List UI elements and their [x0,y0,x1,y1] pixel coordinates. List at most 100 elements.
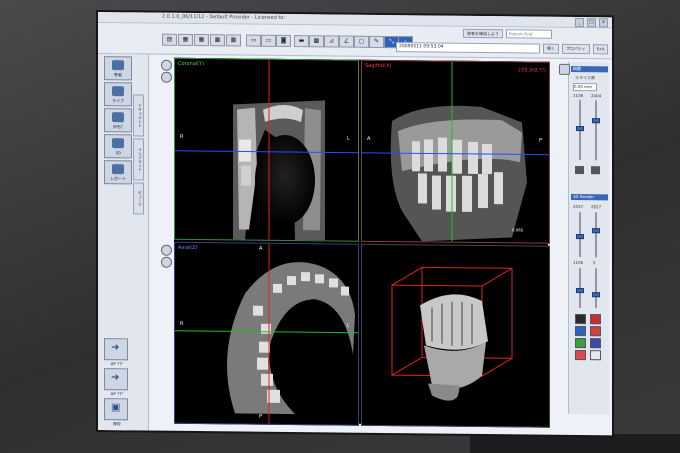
render-mode-bone-icon[interactable] [575,313,586,325]
pane-top-toggle-icon[interactable] [161,71,172,83]
tool-grid-icon[interactable]: ▩ [309,35,324,48]
sidebar-item-label: 3D [115,150,121,156]
coronal-orientation-left: R [180,133,184,140]
render-slider-1-knob[interactable] [576,234,584,240]
panel-toggle-icon[interactable] [559,63,570,75]
right-panel: 調整 スライス厚 0.00 mm 1106 2404 3D Render 203… [559,61,609,415]
tab-documents[interactable]: ドキュメント [133,94,144,137]
sidebar-item-spec[interactable]: SPEC [104,108,132,133]
sagittal-orientation-right: P [539,137,543,144]
sidebar-item-patient[interactable]: 患者 [104,56,132,81]
patient-check-button[interactable]: 患者を確認しよう [463,28,503,39]
render-value-3: 1106 [573,259,584,266]
render-value-2: 2827 [591,204,602,210]
sagittal-label: Sagittal(X) [365,62,392,70]
sagittal-readout: 233.3(0.??) [517,67,546,74]
minimize-button[interactable]: _ [575,17,584,28]
report-icon [112,164,124,175]
window-title: 2.0.1.0_06/11/12 - Default Provider - Li… [162,13,286,21]
tool-layout-3-icon[interactable]: ▦ [210,34,225,47]
render-mode-color-icon[interactable] [575,349,586,361]
rotate-right-button[interactable]: ➜ AP ??° [104,368,128,396]
sidebar-item-report[interactable]: レポート [104,160,132,185]
tool-camera-icon[interactable]: ◙ [276,34,291,48]
render-value-1: 2037 [573,203,584,210]
tool-layout-4-icon[interactable]: ▦ [226,34,241,47]
study-date-select[interactable]: 20090511 09:53:04 [396,42,540,54]
pane-top-control-icon[interactable] [161,59,172,71]
properties-button[interactable]: プロパティ [562,43,590,55]
pane-bottom-control-icon[interactable] [161,244,172,256]
sagittal-image [362,61,549,242]
tab-viewer[interactable]: ビューア [133,182,144,215]
render-mode-green-icon[interactable] [575,337,586,349]
maximize-button[interactable]: □ [587,18,596,28]
coronal-viewport[interactable]: Coronal(Y) R L [174,57,359,242]
rotate-left-icon: ➜ [111,342,120,354]
save-button[interactable]: ▣ 保存 [104,398,128,426]
render-slider-2-knob[interactable] [592,228,600,234]
patient-find-input[interactable]: Patient Find [506,29,552,39]
sidebar-item-label: レポート [110,176,126,182]
close-button[interactable]: × [599,18,608,28]
rotate-left-label: AP ??° [110,361,124,367]
tool-area-icon[interactable]: ▢ [354,35,369,48]
volume-render-image [391,266,513,401]
person-icon [112,86,124,97]
render-mode-red-icon[interactable] [590,314,601,325]
render-slider-4-knob[interactable] [592,292,600,298]
open-button[interactable]: 開く [543,43,559,54]
tool-layout-1-icon[interactable]: ▦ [178,33,193,46]
rotate-right-label: AP ??° [110,391,124,397]
main-toolbar: ▤ ▦ ▦ ▦ ▦ ▭ ▭ ◙ ▬ ▩ ⊿ ∠ ▢ ✎ ⤡ ⌕ 患者を確認しよう… [98,23,612,60]
exit-button[interactable]: Exit [592,44,609,55]
axial-orientation-right: L [347,322,350,329]
patient-search: 患者を確認しよう Patient Find [463,28,552,39]
render-mode-pen-icon[interactable] [590,326,601,337]
device-icon [112,112,124,123]
tool-panel-icon[interactable]: ▭ [246,34,261,47]
reset-icon[interactable] [575,165,584,175]
tool-layout-2-icon[interactable]: ▦ [194,34,209,47]
sidebar-item-label: ライブ [112,98,124,104]
render-slider-2[interactable] [595,212,597,258]
axial-orientation-left: R [180,320,184,327]
render-mode-purple-icon[interactable] [590,338,601,349]
study-row: 20090511 09:53:04 開く プロパティ Exit [396,42,609,55]
render-mode-white-icon[interactable] [590,350,601,361]
width-slider[interactable] [595,100,597,161]
coronal-image [175,59,358,241]
render-slider-4[interactable] [595,268,597,309]
sidebar-item-label: 患者 [114,72,122,78]
tool-panorama-icon[interactable]: ▬ [294,35,309,48]
axial-label: Axial(Z) [178,244,198,252]
sidebar-item-label: SPEC [112,124,124,130]
save-label: 保存 [113,421,121,427]
adjust-section-header: 調整 [571,65,608,73]
window-controls: _ □ × [575,17,608,28]
level-slider-knob[interactable] [576,126,584,132]
tool-angle-icon[interactable]: ∠ [339,35,354,48]
sagittal-orientation-left: A [367,135,371,142]
sidebar-item-live[interactable]: ライブ [104,82,132,107]
tab-implant[interactable]: インプラント [133,138,144,181]
render-value-4: 5 [593,260,596,266]
render-section-header: 3D Render [571,193,608,201]
tool-panel-2-icon[interactable]: ▭ [261,34,276,47]
preset-icon[interactable] [591,166,600,175]
sidebar-item-3d[interactable]: 3D [104,134,132,159]
monitor-stand [470,434,680,453]
sagittal-viewport[interactable]: Sagittal(X) 233.3(0.??) A P 0.965 [361,59,550,244]
render-slider-3-knob[interactable] [576,288,584,294]
pane-bottom-toggle-icon[interactable] [161,256,172,268]
render-mode-blue-icon[interactable] [575,325,586,337]
volume-viewport[interactable] [361,243,550,428]
tool-measure-icon[interactable]: ⊿ [324,35,339,48]
width-slider-knob[interactable] [592,118,600,124]
tool-window-icon[interactable]: ▤ [162,33,177,46]
slice-thickness-select[interactable]: 0.00 mm [573,82,597,92]
tool-pencil-icon[interactable]: ✎ [369,35,384,48]
rotate-left-button[interactable]: ➜ AP ??° [104,338,128,366]
axial-viewport[interactable]: Axial(Z) A R L P [174,241,359,426]
image-viewer: Coronal(Y) R L Sagittal(X) 233.3(0.??) A… [174,57,550,428]
